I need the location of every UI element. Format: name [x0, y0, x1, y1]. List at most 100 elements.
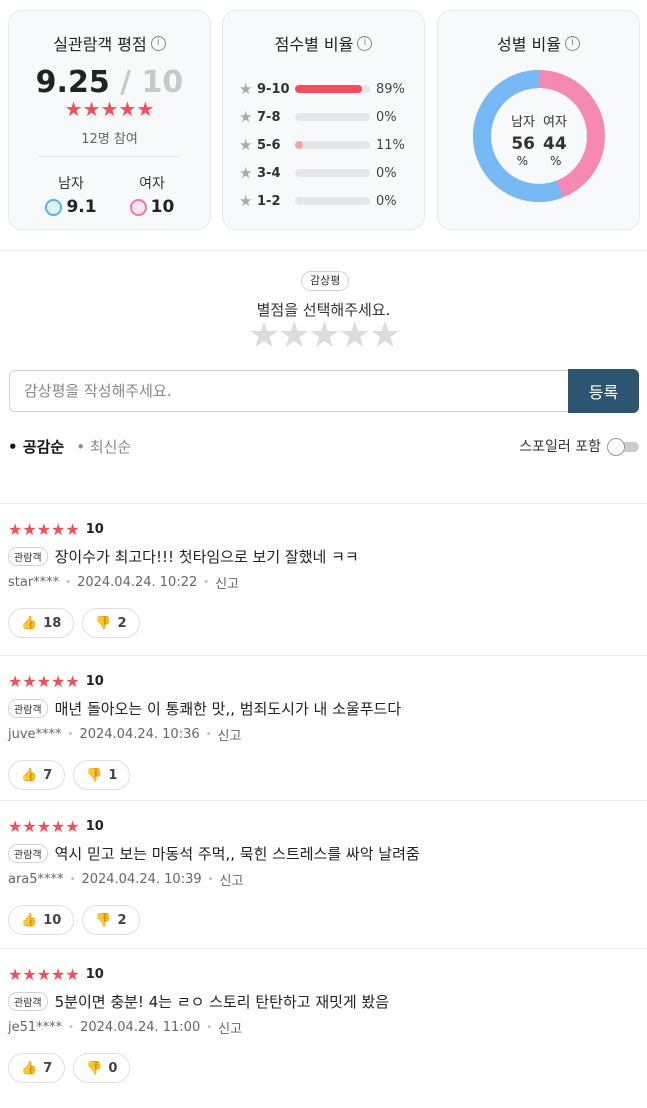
score-distribution-card: 점수별 비율 i ★ 9-10 89% ★ 7-8 0% ★ 5-6 11% ★… [222, 10, 425, 230]
review-user: juve**** [8, 727, 62, 742]
male-face-icon [45, 198, 63, 216]
thumbs-up-icon: 👍 [21, 767, 38, 783]
distribution-percent: 0% [376, 193, 397, 209]
dislike-button[interactable]: 👎 2 [82, 905, 140, 935]
sort-by-likes-label: 공감순 [22, 438, 65, 456]
review-user: je51**** [8, 1020, 63, 1035]
report-link[interactable]: 신고 [215, 573, 239, 592]
spoiler-label: 스포일러 포함 [519, 439, 601, 455]
review-score: 10 [85, 522, 104, 537]
viewer-badge: 관람객 [8, 844, 48, 863]
viewer-badge: 관람객 [8, 547, 48, 566]
distribution-row: ★ 9-10 89% [239, 79, 412, 99]
like-count: 7 [43, 1060, 53, 1076]
distribution-row: ★ 1-2 0% [239, 191, 412, 211]
gender-ratio-title-text: 성별 비율 [497, 35, 561, 54]
review-text: 매년 돌아오는 이 통쾌한 맛,, 범죄도시가 내 소울푸드다 [54, 700, 402, 718]
distribution-row: ★ 5-6 11% [239, 135, 412, 155]
male-score-value: 9.1 [66, 197, 97, 217]
score-max: / 10 [120, 65, 184, 100]
review-item: ★★★★★ 10 관람객 역시 믿고 보는 마동석 주먹,, 묵힌 스트레스를 싸악… [0, 800, 647, 948]
distribution-bar [295, 113, 370, 121]
male-ratio-unit: % [516, 154, 528, 168]
review-date: 2024.04.24. 10:39 [81, 872, 202, 887]
dislike-count: 1 [108, 767, 118, 783]
like-button[interactable]: 👍 7 [8, 760, 66, 790]
spoiler-toggle[interactable] [607, 438, 639, 456]
review-input[interactable]: 감상평을 작성해주세요. [9, 370, 569, 412]
gender-ratio-card: 성별 비율 i 남자 여자 56 44 % % [437, 10, 640, 230]
dislike-count: 0 [108, 1060, 118, 1076]
audience-rating-card: 실관람객 평점 i 9.25 / 10 ★★★★★ 12명 참여 남자 9.1 … [8, 10, 211, 230]
male-label: 남자 [58, 176, 84, 192]
gender-ratio-title: 성별 비율 i [438, 31, 639, 55]
review-item: ★★★★★ 10 관람객 장이수가 최고다!!! 첫타임으로 보기 잘했네 ㅋㅋ s… [0, 503, 647, 651]
score-distribution-title-text: 점수별 비율 [274, 35, 354, 54]
thumbs-down-icon: 👎 [86, 1060, 103, 1076]
spoiler-filter: 스포일러 포함 [519, 436, 639, 456]
thumbs-down-icon: 👎 [95, 912, 112, 928]
like-count: 10 [43, 912, 62, 928]
star-rating-selector[interactable]: ★★★★★ [0, 316, 647, 356]
distribution-percent: 11% [376, 137, 405, 153]
thumbs-up-icon: 👍 [21, 912, 38, 928]
audience-rating-title: 실관람객 평점 i [9, 31, 210, 55]
divider [39, 156, 180, 157]
review-text: 5분이면 충분! 4는 ㄹㅇ 스토리 탄탄하고 재밋게 봤음 [54, 993, 390, 1011]
female-label: 여자 [543, 115, 567, 130]
info-icon[interactable]: i [564, 35, 580, 51]
review-stars: ★★★★★ [8, 817, 80, 836]
report-link[interactable]: 신고 [218, 725, 242, 744]
gender-ratio-values: 남자 여자 56 44 % % [472, 111, 606, 168]
review-stars: ★★★★★ [8, 965, 80, 984]
participant-count: 12명 참여 [81, 132, 138, 147]
star-icon: ★ [239, 164, 253, 182]
average-score: 9.25 / 10 [9, 65, 210, 100]
sort-by-latest[interactable]: • 최신순 [76, 436, 131, 457]
sort-by-latest-label: 최신순 [89, 438, 132, 456]
review-user: star**** [8, 575, 60, 590]
distribution-bar-fill [295, 141, 304, 149]
distribution-percent: 89% [376, 81, 405, 97]
male-ratio-value: 56 [511, 134, 535, 154]
review-user: ara5**** [8, 872, 64, 887]
female-label: 여자 [139, 176, 165, 192]
female-ratio-value: 44 [543, 134, 567, 154]
sort-by-likes[interactable]: • 공감순 [8, 436, 64, 457]
review-text: 역시 믿고 보는 마동석 주먹,, 묵힌 스트레스를 싸악 날려줌 [54, 845, 420, 863]
distribution-percent: 0% [376, 165, 397, 181]
like-button[interactable]: 👍 10 [8, 905, 75, 935]
review-text: 장이수가 최고다!!! 첫타임으로 보기 잘했네 ㅋㅋ [54, 548, 359, 566]
female-score-value: 10 [150, 197, 175, 217]
audience-rating-title-text: 실관람객 평점 [53, 35, 147, 54]
report-link[interactable]: 신고 [218, 1018, 242, 1037]
submit-button[interactable]: 등록 [568, 369, 639, 413]
review-score: 10 [85, 674, 104, 689]
dislike-button[interactable]: 👎 0 [73, 1053, 131, 1083]
dislike-count: 2 [117, 912, 127, 928]
like-button[interactable]: 👍 7 [8, 1053, 66, 1083]
score-distribution-title: 점수별 비율 i [223, 31, 424, 55]
average-stars: ★★★★★ [64, 97, 155, 121]
section-divider [0, 250, 647, 251]
dislike-button[interactable]: 👎 2 [82, 608, 140, 638]
like-button[interactable]: 👍 18 [8, 608, 75, 638]
dislike-button[interactable]: 👎 1 [73, 760, 131, 790]
star-icon: ★ [239, 108, 253, 126]
info-icon[interactable]: i [357, 35, 373, 51]
distribution-row: ★ 3-4 0% [239, 163, 412, 183]
thumbs-up-icon: 👍 [21, 615, 38, 631]
info-icon[interactable]: i [150, 35, 166, 51]
female-face-icon [129, 198, 147, 216]
distribution-range: 5-6 [257, 137, 281, 153]
report-link[interactable]: 신고 [220, 870, 244, 889]
thumbs-down-icon: 👎 [95, 615, 112, 631]
review-tag: 감상평 [301, 271, 350, 291]
review-stars: ★★★★★ [8, 672, 80, 691]
viewer-badge: 관람객 [8, 699, 48, 718]
viewer-badge: 관람객 [8, 992, 48, 1011]
distribution-range: 1-2 [257, 193, 281, 209]
star-icon: ★ [239, 192, 253, 210]
toggle-knob [607, 438, 625, 456]
review-item: ★★★★★ 10 관람객 매년 돌아오는 이 통쾌한 맛,, 범죄도시가 내 소울푸… [0, 655, 647, 803]
